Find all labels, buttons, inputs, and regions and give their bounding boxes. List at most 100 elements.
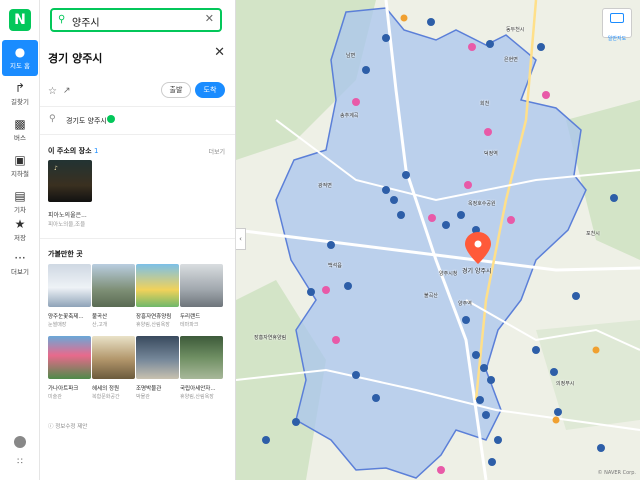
rail-label: 저장 bbox=[14, 234, 26, 242]
search-box[interactable]: ⚲ 양주시 ✕ bbox=[50, 8, 222, 32]
places-count: 1 bbox=[93, 147, 99, 155]
nearby-name[interactable]: 두리랜드 bbox=[180, 312, 226, 320]
place-title: 경기 양주시 bbox=[48, 52, 103, 65]
divider bbox=[40, 106, 235, 107]
place-panel: ⚲ 양주시 ✕ 경기 양주시 ✕ ☆ ↗ 출발 도착 ⚲ 경기도 양주시 이 주… bbox=[40, 0, 236, 480]
nearby-section-title: 가볼만한 곳 bbox=[48, 250, 83, 258]
map-label: 양주시청 bbox=[439, 271, 458, 277]
rail-label: 지도 홈 bbox=[9, 62, 30, 70]
report-link[interactable]: ⓘ 정보수정 제안 bbox=[48, 422, 87, 430]
arrive-button[interactable]: 도착 bbox=[195, 82, 225, 98]
report-text: 정보수정 제안 bbox=[55, 424, 88, 430]
places-title-text: 이 주소의 장소 bbox=[48, 147, 92, 155]
rail-label: 길찾기 bbox=[11, 98, 29, 106]
map-label: 장흥자연휴양림 bbox=[254, 335, 287, 341]
nearby-image[interactable] bbox=[48, 264, 91, 307]
rail-saved[interactable]: ★ 저장 bbox=[2, 212, 38, 248]
nearby-category: 미술관 bbox=[48, 394, 62, 400]
profile-avatar[interactable] bbox=[14, 436, 26, 448]
nearby-category: 박물관 bbox=[136, 394, 150, 400]
nearby-category: 산,고개 bbox=[92, 322, 108, 328]
rail-subway[interactable]: ▣ 지하철 bbox=[2, 148, 38, 184]
rail-label: 지하철 bbox=[11, 170, 29, 178]
rail-bus[interactable]: ▩ 버스 bbox=[2, 112, 38, 148]
nearby-category: 테마파크 bbox=[180, 322, 199, 328]
nearby-name[interactable]: 장흥자연휴양림 bbox=[136, 312, 182, 320]
share-icon[interactable]: ↗ bbox=[63, 86, 71, 96]
rail-map-home[interactable]: ● 지도 홈 bbox=[2, 40, 38, 76]
map-label: 회천 bbox=[480, 101, 490, 107]
map-label: 동두천시 bbox=[506, 27, 525, 33]
map-canvas[interactable]: 송추계곡 장흥자연휴양림 양주시청 옥정호수공원 덕정역 회천 백석읍 광적면 … bbox=[236, 0, 640, 480]
map-label: 의정부시 bbox=[556, 381, 575, 387]
close-panel-icon[interactable]: ✕ bbox=[214, 45, 225, 60]
verified-badge-icon bbox=[107, 115, 115, 123]
search-input[interactable]: 양주시 bbox=[72, 14, 100, 29]
place-category: 피아노의울,조을 bbox=[48, 222, 86, 228]
nearby-name[interactable]: 조명박물관 bbox=[136, 384, 182, 392]
pin-label: 경기 양주시 bbox=[462, 268, 492, 275]
places-more-link[interactable]: 더보기 bbox=[208, 147, 225, 156]
map-label: 양주역 bbox=[458, 301, 472, 307]
places-section-title: 이 주소의 장소 1 bbox=[48, 146, 98, 156]
location-pin-icon: ⚲ bbox=[49, 114, 56, 124]
map-label: 포천시 bbox=[586, 231, 600, 237]
nearby-name[interactable]: 국립아세안자... bbox=[180, 384, 226, 392]
map-label: 남면 bbox=[346, 53, 356, 59]
nearby-name[interactable]: 양주눈꽃축제... bbox=[48, 312, 94, 320]
more-icon: ··· bbox=[14, 251, 26, 265]
layer-button-label: 일반지도 bbox=[607, 36, 627, 42]
nearby-image[interactable] bbox=[180, 264, 223, 307]
map-layer-button[interactable]: 일반지도 bbox=[602, 8, 632, 42]
nearby-image[interactable] bbox=[48, 336, 91, 379]
rail-directions[interactable]: ↱ 길찾기 bbox=[2, 76, 38, 112]
nearby-name[interactable]: 불곡산 bbox=[92, 312, 138, 320]
directions-icon: ↱ bbox=[14, 81, 26, 95]
naver-logo[interactable]: N bbox=[9, 9, 31, 31]
search-icon: ⚲ bbox=[58, 14, 66, 25]
divider bbox=[40, 134, 235, 135]
apps-grid-icon[interactable]: ∷ bbox=[14, 456, 26, 468]
layers-icon bbox=[610, 13, 624, 23]
map-label: 백석읍 bbox=[328, 263, 342, 269]
thumbnail-logo-art: ♪ bbox=[54, 165, 58, 172]
nearby-image[interactable] bbox=[92, 336, 135, 379]
nearby-image[interactable] bbox=[136, 336, 179, 379]
address-text: 경기도 양주시 bbox=[66, 117, 107, 125]
map-label: 옥정호수공원 bbox=[468, 201, 496, 207]
bus-icon: ▩ bbox=[14, 117, 26, 131]
place-thumbnail[interactable]: ♪ bbox=[48, 160, 92, 202]
nearby-category: 휴양림,산림욕장 bbox=[136, 322, 170, 328]
rail-more[interactable]: ··· 더보기 bbox=[2, 246, 38, 282]
nearby-image[interactable] bbox=[136, 264, 179, 307]
map-label: 불곡산 bbox=[424, 293, 438, 299]
map-svg bbox=[236, 0, 640, 480]
app-root: N ● 지도 홈 ↱ 길찾기 ▩ 버스 ▣ 지하철 ▤ 기차 ★ 저장 ··· … bbox=[0, 0, 640, 480]
save-star-icon[interactable]: ☆ bbox=[48, 86, 57, 97]
nearby-category: 휴양림,산림욕장 bbox=[180, 394, 214, 400]
place-name[interactable]: 피아노의울은... bbox=[48, 210, 87, 219]
left-rail: N ● 지도 홈 ↱ 길찾기 ▩ 버스 ▣ 지하철 ▤ 기차 ★ 저장 ··· … bbox=[0, 0, 40, 480]
rail-label: 더보기 bbox=[11, 268, 29, 276]
star-icon: ★ bbox=[14, 217, 26, 231]
train-icon: ▤ bbox=[14, 189, 26, 203]
pin-center bbox=[474, 240, 482, 248]
subway-icon: ▣ bbox=[14, 153, 26, 167]
divider bbox=[40, 238, 235, 239]
nearby-name[interactable]: 헤세의 정원 bbox=[92, 384, 138, 392]
map-label: 은현면 bbox=[504, 57, 518, 63]
nearby-category: 복합문화공간 bbox=[92, 394, 120, 400]
nearby-image[interactable] bbox=[180, 336, 223, 379]
nearby-image[interactable] bbox=[92, 264, 135, 307]
map-label: 광적면 bbox=[318, 183, 332, 189]
nearby-name[interactable]: 가나아트파크 bbox=[48, 384, 94, 392]
copyright: © NAVER Corp. bbox=[597, 470, 636, 476]
clear-search-icon[interactable]: ✕ bbox=[205, 12, 214, 25]
rail-label: 버스 bbox=[14, 134, 26, 142]
map-label: 덕정역 bbox=[484, 151, 498, 157]
map-pin-icon: ● bbox=[14, 45, 26, 59]
start-button[interactable]: 출발 bbox=[161, 82, 191, 98]
collapse-panel-button[interactable]: ‹ bbox=[236, 228, 246, 250]
map-label: 송추계곡 bbox=[340, 113, 359, 119]
nearby-category: 눈썰매장 bbox=[48, 322, 67, 328]
